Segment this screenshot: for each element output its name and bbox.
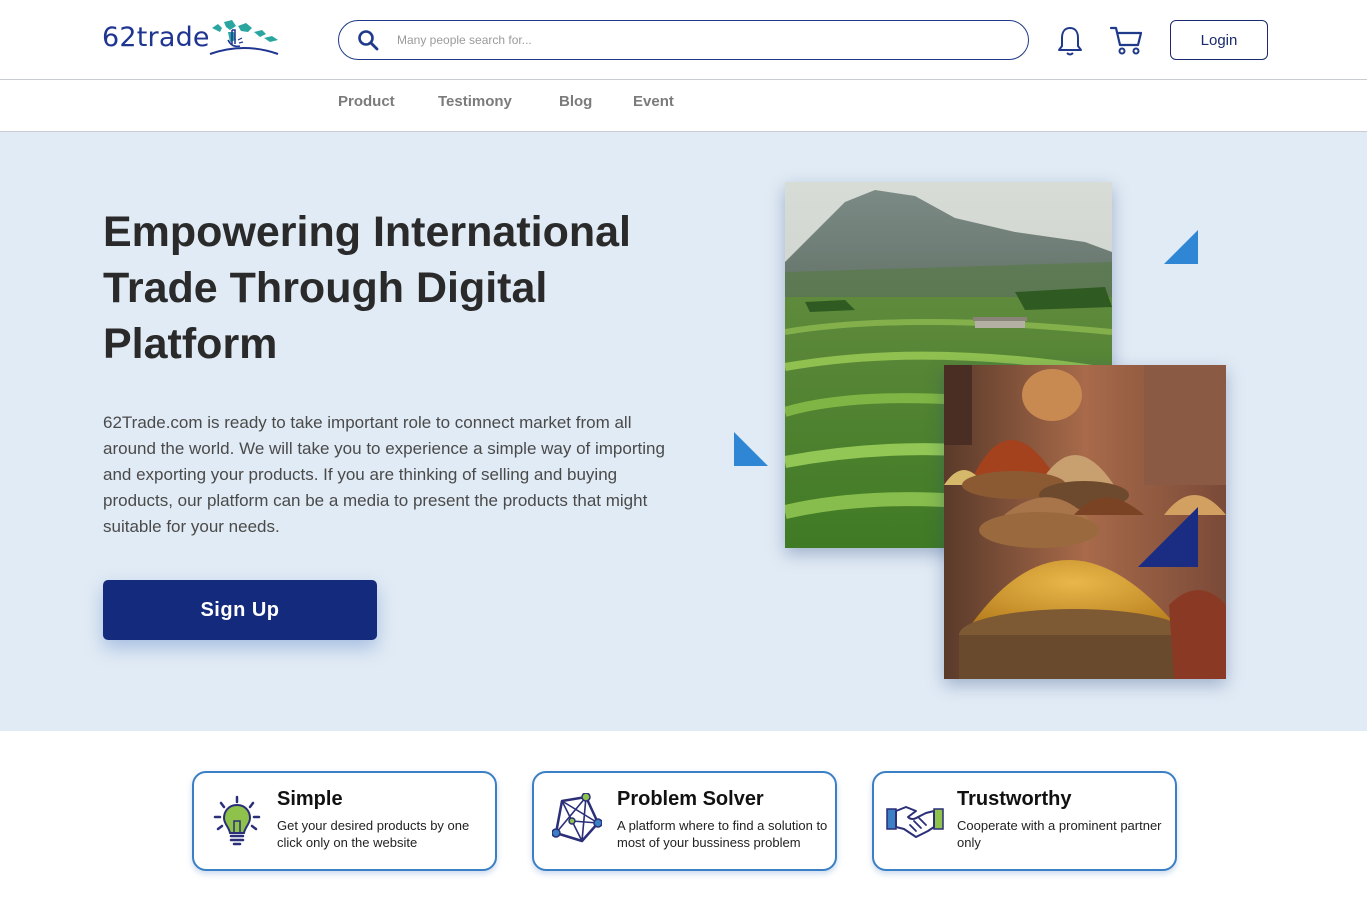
hero-description: 62Trade.com is ready to take important r… bbox=[103, 413, 665, 536]
feature-card-simple: Simple Get your desired products by one … bbox=[192, 771, 497, 871]
cart-icon[interactable] bbox=[1110, 25, 1144, 55]
search-icon[interactable] bbox=[357, 29, 379, 51]
hero-section: Empowering International Trade Through D… bbox=[0, 132, 1367, 731]
logo-map-icon bbox=[209, 20, 279, 55]
top-header: 62trade Login bbox=[0, 0, 1367, 80]
handshake-icon bbox=[886, 806, 944, 838]
features-section: Simple Get your desired products by one … bbox=[0, 731, 1367, 899]
accent-triangle-dark bbox=[1138, 507, 1198, 567]
feature-description: Get your desired products by one click o… bbox=[277, 818, 470, 850]
site-logo[interactable]: 62trade bbox=[102, 18, 279, 60]
accent-triangle-right bbox=[1164, 230, 1198, 264]
feature-description: Cooperate with a prominent partner only bbox=[957, 818, 1162, 850]
feature-title: Problem Solver bbox=[617, 788, 764, 810]
nav-item-event[interactable]: Event bbox=[633, 93, 674, 110]
feature-title: Simple bbox=[277, 788, 343, 810]
feature-card-problem-solver: Problem Solver A platform where to find … bbox=[532, 771, 837, 871]
spice-market-photo bbox=[944, 365, 1226, 679]
feature-title: Trustworthy bbox=[957, 788, 1072, 810]
lightbulb-icon bbox=[213, 795, 261, 846]
login-button[interactable]: Login bbox=[1170, 20, 1268, 60]
search-input[interactable] bbox=[397, 21, 997, 58]
nav-item-product[interactable]: Product bbox=[338, 93, 395, 110]
accent-triangle-left bbox=[734, 432, 768, 466]
hero-title: Empowering International Trade Through D… bbox=[103, 208, 631, 368]
feature-description: A platform where to find a solution to m… bbox=[617, 818, 828, 850]
network-icon bbox=[552, 793, 602, 843]
nav-item-testimony[interactable]: Testimony bbox=[438, 93, 512, 110]
main-nav: Product Testimony Blog Event bbox=[0, 80, 1367, 132]
feature-card-trustworthy: Trustworthy Cooperate with a prominent p… bbox=[872, 771, 1177, 871]
logo-text: 62trade bbox=[102, 22, 210, 53]
sign-up-button[interactable]: Sign Up bbox=[103, 580, 377, 640]
bell-icon[interactable] bbox=[1056, 25, 1084, 57]
search-bar[interactable] bbox=[338, 20, 1029, 60]
nav-item-blog[interactable]: Blog bbox=[559, 93, 592, 110]
